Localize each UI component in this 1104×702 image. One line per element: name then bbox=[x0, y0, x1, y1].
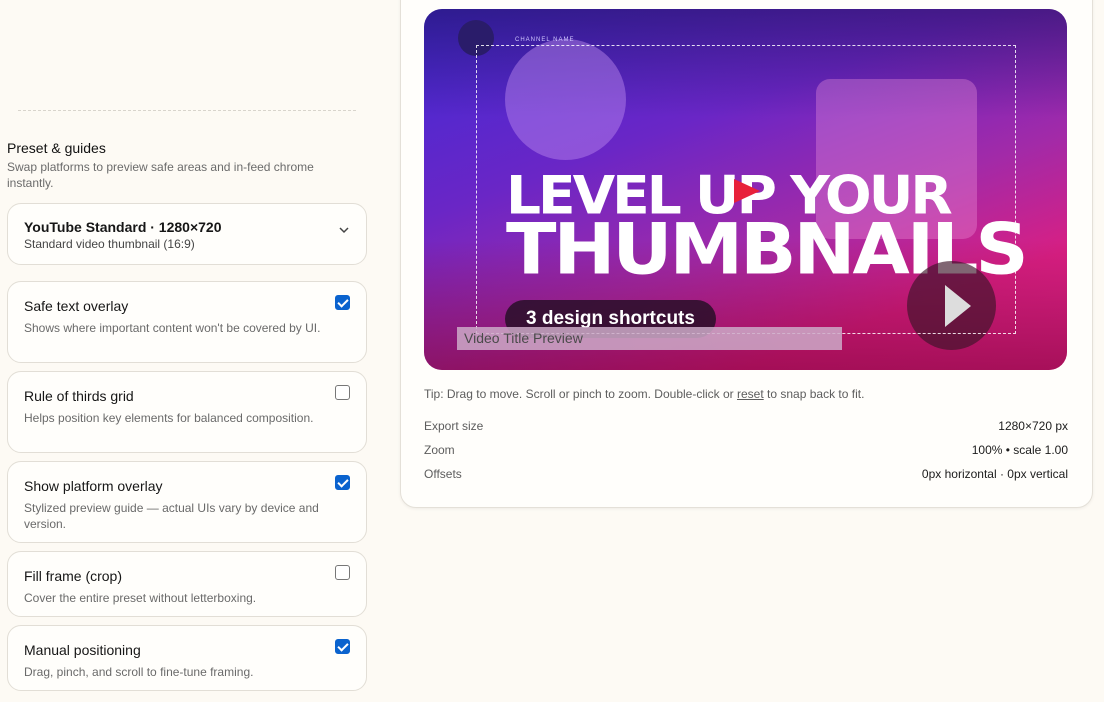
safe-area-guide bbox=[476, 45, 1016, 334]
stat-value-export: 1280×720 px bbox=[998, 419, 1068, 433]
option-rule-of-thirds[interactable]: Rule of thirds grid Helps position key e… bbox=[7, 371, 367, 453]
option-fill-frame[interactable]: Fill frame (crop) Cover the entire prese… bbox=[7, 551, 367, 617]
section-title: Preset & guides bbox=[7, 140, 106, 156]
tip-after: to snap back to fit. bbox=[763, 387, 865, 401]
option-manual-positioning[interactable]: Manual positioning Drag, pinch, and scro… bbox=[7, 625, 367, 691]
option-description: Cover the entire preset without letterbo… bbox=[24, 591, 257, 605]
tip-before: Tip: Drag to move. Scroll or pinch to zo… bbox=[424, 387, 738, 401]
fill-frame-checkbox[interactable] bbox=[335, 565, 350, 580]
option-description: Drag, pinch, and scroll to fine-tune fra… bbox=[24, 665, 254, 679]
option-description: Stylized preview guide — actual UIs vary… bbox=[24, 501, 319, 531]
option-description: Helps position key elements for balanced… bbox=[24, 411, 314, 425]
stat-label-offsets: Offsets bbox=[424, 467, 462, 481]
option-safe-text-overlay[interactable]: Safe text overlay Shows where important … bbox=[7, 281, 367, 363]
thumbnail-preview[interactable]: CHANNEL NAME LEVEL UP YOUR THUMBNAILS 3 … bbox=[424, 9, 1067, 370]
option-title: Manual positioning bbox=[24, 642, 141, 658]
section-description: Swap platforms to preview safe areas and… bbox=[7, 160, 314, 190]
manual-positioning-checkbox[interactable] bbox=[335, 639, 350, 654]
rule-of-thirds-checkbox[interactable] bbox=[335, 385, 350, 400]
reset-link[interactable]: reset bbox=[737, 387, 764, 401]
tip-text: Tip: Drag to move. Scroll or pinch to zo… bbox=[424, 387, 864, 401]
platform-overlay-checkbox[interactable] bbox=[335, 475, 350, 490]
video-title-overlay: Video Title Preview bbox=[457, 327, 842, 350]
chevron-down-icon bbox=[339, 227, 349, 234]
stat-label-export: Export size bbox=[424, 419, 484, 433]
option-title: Safe text overlay bbox=[24, 298, 129, 314]
channel-label: CHANNEL NAME bbox=[515, 37, 575, 43]
sidebar-divider bbox=[18, 110, 356, 111]
option-title: Rule of thirds grid bbox=[24, 388, 134, 404]
stat-label-zoom: Zoom bbox=[424, 443, 455, 457]
stat-value-zoom: 100% • scale 1.00 bbox=[971, 443, 1068, 457]
safe-text-overlay-checkbox[interactable] bbox=[335, 295, 350, 310]
preset-selected-sub: Standard video thumbnail (16:9) bbox=[24, 237, 195, 251]
option-title: Fill frame (crop) bbox=[24, 568, 123, 584]
option-description: Shows where important content won't be c… bbox=[24, 321, 321, 335]
preset-select[interactable]: YouTube Standard · 1280×720 Standard vid… bbox=[7, 203, 367, 265]
preset-selected-label: YouTube Standard · 1280×720 bbox=[24, 219, 222, 235]
option-platform-overlay[interactable]: Show platform overlay Stylized preview g… bbox=[7, 461, 367, 543]
option-title: Show platform overlay bbox=[24, 478, 163, 494]
stat-value-offsets: 0px horizontal · 0px vertical bbox=[921, 467, 1068, 481]
